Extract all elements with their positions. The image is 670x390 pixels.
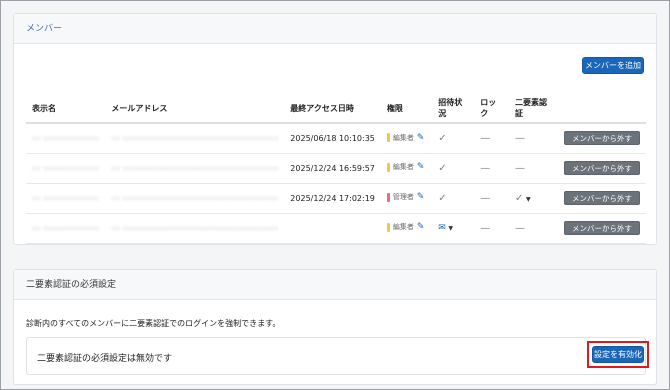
table-row: •• ••••••••••••• •• ••••••••••••••••••••… [26,123,646,154]
remove-member-button[interactable]: メンバーから外す [564,191,640,205]
role-label: 編集者 [392,223,414,232]
check-icon: ✓ [438,162,447,174]
dash-icon: — [480,132,491,144]
mail-icon: ✉ [438,223,446,233]
member-email: •• •••••••••••••••••••••••••••••••••••• [111,224,279,233]
add-member-button[interactable]: メンバーを追加 [582,57,644,74]
column-header-display-name: 表示名 [26,94,106,124]
role-color-bar [386,222,390,232]
dash-icon: — [480,192,491,204]
remove-member-button[interactable]: メンバーから外す [564,221,640,235]
column-header-actions [558,94,646,124]
role-label: 編集者 [392,163,414,172]
column-header-email: メールアドレス [105,94,285,124]
dash-icon: — [515,162,526,174]
table-row: •• ••••••••••••• •• ••••••••••••••••••••… [26,153,646,184]
role-color-bar [386,133,390,142]
member-last-access [284,213,381,244]
page-frame: メンバー メンバーを追加 表示名 メールアドレス 最終アクセス日時 権限 招待状… [0,0,670,390]
caret-down-icon: ▼ [525,195,531,203]
column-header-invite-status: 招待状況 [432,94,475,124]
two-factor-description: 診断内のすべてのメンバーに二要素認証でのログインを強制できます。 [26,319,281,328]
invite-dropdown[interactable]: ✉ ▼ [438,223,453,233]
role-editor[interactable]: 編集者 ✎ [386,222,425,232]
member-name: •• ••••••••••••• [32,164,100,173]
table-row: •• ••••••••••••• •• ••••••••••••••••••••… [26,183,646,214]
dash-icon: — [515,132,526,144]
role-editor[interactable]: 編集者 ✎ [386,162,425,172]
role-admin[interactable]: 管理者 ✎ [386,192,425,202]
members-table: 表示名 メールアドレス 最終アクセス日時 権限 招待状況 ロック 二要素認証 •… [26,94,646,244]
member-name: •• ••••••••••••• [32,134,100,143]
enable-setting-button[interactable]: 設定を有効化 [592,346,644,363]
member-last-access: 2025/06/18 10:10:35 [284,123,381,154]
two-factor-setting-card: 二要素認証の必須設定 診断内のすべてのメンバーに二要素認証でのログインを強制でき… [13,269,657,385]
member-email: •• •••••••••••••••••••••••••••••••••••• [111,194,279,203]
dash-icon: — [515,222,526,234]
remove-member-button[interactable]: メンバーから外す [564,131,640,146]
pencil-icon[interactable]: ✎ [417,133,425,143]
role-color-bar [386,162,390,172]
role-editor[interactable]: 編集者 ✎ [386,133,425,143]
two-factor-dropdown[interactable]: ✓ ▼ [515,192,531,204]
two-factor-card-title: 二要素認証の必須設定 [14,270,656,300]
column-header-last-access: 最終アクセス日時 [284,94,381,124]
member-email: •• •••••••••••••••••••••••••••••••••••• [111,164,279,173]
check-icon: ✓ [438,192,447,204]
two-factor-status-box: 二要素認証の必須設定は無効です 設定を有効化 [26,337,649,375]
member-email: •• •••••••••••••••••••••••••••••••••••• [111,134,279,143]
role-color-bar [386,192,390,202]
pencil-icon[interactable]: ✎ [417,192,425,202]
role-label: 編集者 [392,133,414,142]
caret-down-icon: ▼ [448,225,453,232]
dash-icon: — [480,222,491,234]
dash-icon: — [480,162,491,174]
pencil-icon[interactable]: ✎ [417,222,425,232]
column-header-two-factor: 二要素認証 [509,94,558,124]
two-factor-status-text: 二要素認証の必須設定は無効です [37,354,173,364]
pencil-icon[interactable]: ✎ [417,162,425,172]
table-header-row: 表示名 メールアドレス 最終アクセス日時 権限 招待状況 ロック 二要素認証 [26,94,646,124]
member-last-access: 2025/12/24 17:02:19 [284,183,381,214]
member-name: •• ••••••••••••• [32,224,100,233]
remove-member-button[interactable]: メンバーから外す [564,161,640,175]
role-label: 管理者 [392,193,414,202]
table-row: •• ••••••••••••• •• ••••••••••••••••••••… [26,213,646,244]
member-last-access: 2025/12/24 16:59:57 [284,153,381,184]
members-card-title: メンバー [14,14,656,44]
check-icon: ✓ [515,192,524,204]
members-card: メンバー メンバーを追加 表示名 メールアドレス 最終アクセス日時 権限 招待状… [13,13,657,245]
column-header-lock: ロック [474,94,510,124]
column-header-role: 権限 [380,94,433,124]
check-icon: ✓ [438,132,447,144]
member-name: •• ••••••••••••• [32,194,100,203]
